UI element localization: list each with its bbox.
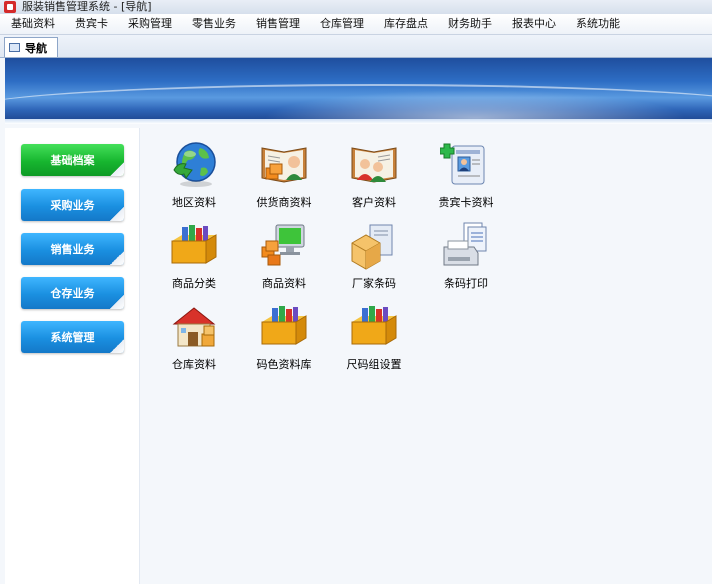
app-logo-icon — [4, 1, 16, 13]
grid-item-manufacturer-barcode[interactable]: 厂家条码 — [334, 221, 414, 291]
grid-item-label: 条码打印 — [444, 277, 488, 290]
grid-item-region-data[interactable]: 地区资料 — [154, 140, 234, 210]
menu-reports[interactable]: 报表中心 — [502, 14, 566, 34]
menu-basic-data[interactable]: 基础资料 — [0, 14, 65, 34]
header-banner — [5, 58, 712, 124]
grid-item-label: 厂家条码 — [352, 277, 396, 290]
grid-item-label: 客户资料 — [352, 196, 396, 209]
window-icon — [9, 43, 20, 52]
grid-item-label: 商品资料 — [262, 277, 306, 290]
grid-item-label: 供货商资料 — [256, 196, 312, 209]
sidebar-item-warehouse-business[interactable]: 仓存业务 — [21, 277, 124, 309]
title-bar: 服装销售管理系统 - [导航] — [0, 0, 712, 14]
menu-warehouse[interactable]: 仓库管理 — [310, 14, 374, 34]
book-shelf-icon — [351, 306, 397, 345]
grid-item-label: 仓库资料 — [172, 358, 216, 371]
grid-item-color-code-library[interactable]: 码色资料库 — [244, 302, 324, 372]
sidebar: 基础档案 采购业务 销售业务 仓存业务 系统管理 — [5, 128, 140, 584]
book-shelf-icon — [171, 225, 217, 264]
window-title: 服装销售管理系统 - [导航] — [22, 0, 152, 13]
grid-item-size-group-settings[interactable]: 尺码组设置 — [334, 302, 414, 372]
menu-sales[interactable]: 销售管理 — [246, 14, 310, 34]
menu-system[interactable]: 系统功能 — [566, 14, 630, 34]
globe-icon — [173, 142, 216, 187]
grid-item-label: 尺码组设置 — [346, 358, 402, 371]
supplier-book-icon — [261, 147, 307, 183]
menu-finance[interactable]: 财务助手 — [438, 14, 502, 34]
grid-item-label: 贵宾卡资料 — [438, 196, 494, 209]
barcode-box-icon — [351, 224, 393, 270]
tab-navigation[interactable]: 导航 — [4, 37, 58, 57]
tab-bar: 导航 — [0, 35, 712, 58]
grid-item-warehouse-data[interactable]: 仓库资料 — [154, 302, 234, 372]
menu-stocktake[interactable]: 库存盘点 — [374, 14, 438, 34]
sidebar-item-system-management[interactable]: 系统管理 — [21, 321, 124, 353]
grid-item-customer-data[interactable]: 客户资料 — [334, 140, 414, 210]
sidebar-item-basic-archive[interactable]: 基础档案 — [21, 144, 124, 176]
grid-item-supplier-data[interactable]: 供货商资料 — [244, 140, 324, 210]
tab-label: 导航 — [25, 41, 47, 55]
sidebar-item-purchase-business[interactable]: 采购业务 — [21, 189, 124, 221]
grid-item-product-data[interactable]: 商品资料 — [244, 221, 324, 291]
product-computer-icon — [261, 224, 305, 266]
grid-item-vip-card-data[interactable]: 贵宾卡资料 — [426, 140, 506, 210]
vip-card-icon — [440, 143, 485, 185]
menu-purchase[interactable]: 采购管理 — [118, 14, 182, 34]
grid-item-barcode-print[interactable]: 条码打印 — [426, 221, 506, 291]
grid-item-label: 商品分类 — [172, 277, 216, 290]
warehouse-house-icon — [172, 307, 216, 347]
customer-book-icon — [351, 147, 397, 183]
grid-item-label: 地区资料 — [172, 196, 216, 209]
menu-bar: 基础资料 贵宾卡 采购管理 零售业务 销售管理 仓库管理 库存盘点 财务助手 报… — [0, 14, 712, 35]
sidebar-item-sales-business[interactable]: 销售业务 — [21, 233, 124, 265]
book-shelf-icon — [261, 306, 307, 345]
grid-item-product-category[interactable]: 商品分类 — [154, 221, 234, 291]
grid-item-label: 码色资料库 — [256, 358, 312, 371]
menu-vip-card[interactable]: 贵宾卡 — [65, 14, 118, 34]
printer-icon — [443, 222, 487, 266]
menu-retail[interactable]: 零售业务 — [182, 14, 246, 34]
